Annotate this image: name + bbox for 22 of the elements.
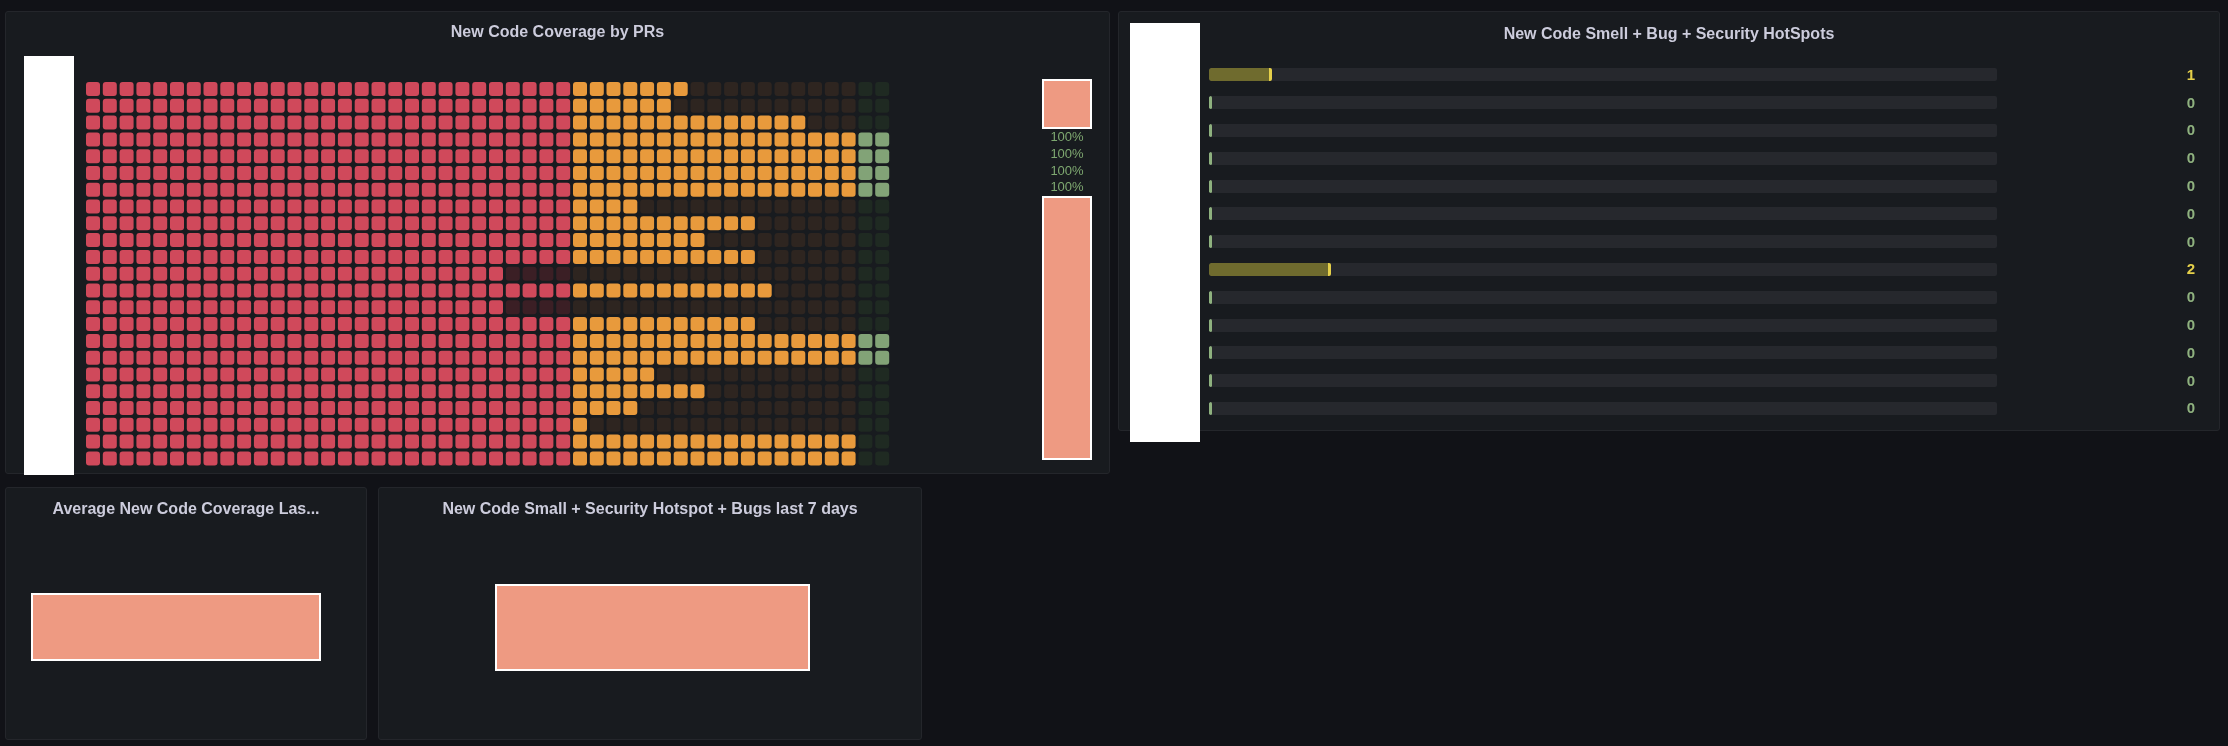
bar-value: 0: [2186, 232, 2195, 251]
panel-title: New Code Coverage by PRs: [450, 22, 665, 42]
redaction-box: [1042, 79, 1092, 129]
bar-value: 0: [2186, 316, 2195, 335]
panel-title: Average New Code Coverage Las...: [52, 499, 320, 519]
panel-title: New Code Small + Security Hotspot + Bugs last 7 days: [442, 499, 858, 519]
bar-value: 0: [2186, 177, 2195, 196]
bar-value: 0: [2186, 288, 2195, 307]
bar-value: 1: [2186, 65, 2195, 84]
bar-value: 0: [2186, 93, 2195, 112]
bar-value: 0: [2186, 399, 2195, 418]
percent-label: 100%: [1050, 162, 1084, 180]
bar-value: 0: [2186, 343, 2195, 362]
bar-value: 0: [2186, 149, 2195, 168]
percent-label: 100%: [1050, 179, 1084, 197]
percent-label: 100%: [1050, 145, 1084, 163]
bar-value: 2: [2186, 260, 2195, 279]
bar-value: 0: [2186, 371, 2195, 390]
panel-title: New Code Smell + Bug + Security HotSpots: [1503, 24, 1835, 44]
bar-value: 0: [2186, 204, 2195, 223]
bar-value: 0: [2186, 121, 2195, 140]
percent-label: 100%: [1050, 129, 1084, 146]
